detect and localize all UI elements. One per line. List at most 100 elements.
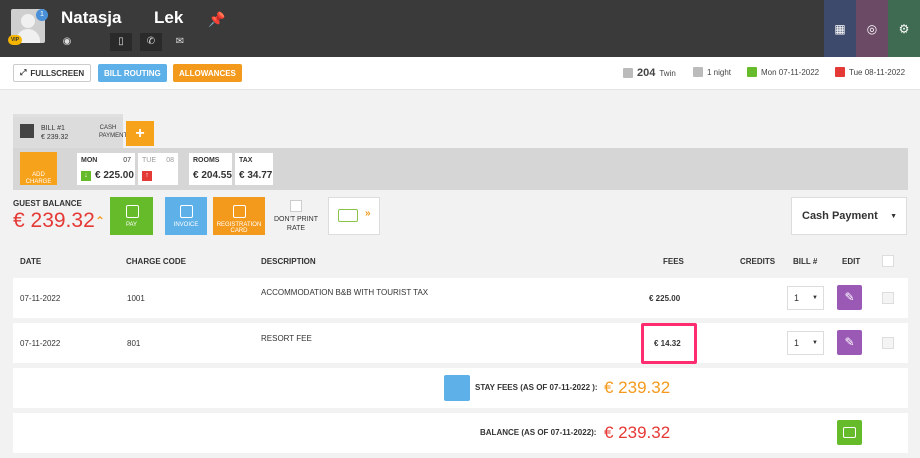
pay-button[interactable]: PAY (110, 197, 153, 235)
phone-icon[interactable]: ✆ (140, 33, 162, 51)
departure-arrow-icon: ↑ (142, 171, 152, 181)
fullscreen-label: FULLSCREEN (30, 68, 85, 78)
departure-date: Tue 08-11-2022 (849, 67, 906, 77)
nights-info: 1 night (693, 67, 731, 77)
col-credits: CREDITS (740, 257, 776, 266)
payment-method-value: Cash Payment (802, 210, 878, 222)
night-tue[interactable]: TUE 08 ↑ (138, 153, 178, 185)
nights-count: 1 night (707, 67, 732, 77)
bill-name: BILL #1 (41, 125, 65, 132)
row-description: ACCOMMODATION B&B WITH TOURIST TAX (261, 288, 429, 297)
arrival-info: Mon 07-11-2022 (747, 67, 819, 77)
pin-icon[interactable]: 📌 (208, 11, 225, 28)
card-icon (233, 205, 246, 218)
row-checkbox[interactable] (882, 337, 894, 349)
select-all-checkbox[interactable] (882, 255, 894, 267)
guest-balance-amount: € 239.32 (13, 209, 95, 232)
notification-count-badge: 1 (36, 9, 48, 21)
bill-routing-button[interactable]: BILL ROUTING (98, 64, 167, 82)
edit-pencil-icon[interactable]: ✎ (837, 285, 862, 310)
arrival-arrow-icon: ↓ (81, 171, 91, 181)
mon-day: 07 (123, 157, 131, 164)
bed-icon (623, 68, 633, 78)
registration-label: REGISTRATION CARD (216, 222, 262, 234)
globe-tab-icon[interactable]: ◎ (856, 0, 888, 57)
stay-fees-row: STAY FEES (AS OF 07-11-2022 ): € 239.32 (13, 368, 908, 408)
add-bill-button[interactable]: + (126, 121, 154, 146)
cheque-icon (338, 209, 358, 222)
double-chevron-down-icon: » (365, 208, 371, 219)
row-checkbox[interactable] (882, 292, 894, 304)
guest-balance-label: GUEST BALANCE (13, 199, 82, 208)
bill-amount: € 239.32 (41, 134, 69, 141)
tax-amount: € 34.77 (239, 170, 273, 181)
row-description: RESORT FEE (261, 334, 312, 343)
caret-down-icon: ▼ (812, 295, 818, 301)
cheque-button[interactable]: » (328, 197, 380, 235)
night-mon[interactable]: MON 07 ↓ € 225.00 (77, 153, 135, 185)
mobile-phone-icon[interactable]: ▯ (110, 33, 132, 51)
bill-tab[interactable]: BILL #1 € 239.32 CASH PAYMENT (13, 114, 128, 148)
row-bill-select[interactable]: 1 ▼ (787, 331, 824, 355)
mon-label: MON (81, 157, 98, 164)
invoice-button[interactable]: INVOICE (165, 197, 207, 235)
departure-arrow-icon (835, 67, 845, 77)
pay-wallet-icon[interactable] (837, 420, 862, 445)
invoice-icon (180, 205, 193, 218)
row-bill-select[interactable]: 1 ▼ (787, 286, 824, 310)
vip-badge: VIP (8, 35, 22, 45)
row-date: 07-11-2022 (20, 294, 61, 303)
bill-payment-method: CASH PAYMENT (99, 125, 128, 139)
table-row: 07-11-2022 1001 ACCOMMODATION B&B WITH T… (13, 278, 908, 318)
row-bill-value: 1 (794, 338, 800, 348)
stay-fees-amount: € 239.32 (604, 378, 671, 397)
stay-fees-label: STAY FEES (AS OF 07-11-2022 ): (475, 383, 598, 392)
balance-label: BALANCE (AS OF 07-11-2022): (480, 428, 597, 437)
col-date: DATE (20, 257, 42, 266)
rooms-total: ROOMS € 204.55 (189, 153, 232, 185)
row-bill-value: 1 (794, 293, 800, 303)
arrival-date: Mon 07-11-2022 (761, 67, 820, 77)
rooms-amount: € 204.55 (193, 170, 232, 181)
edit-pencil-icon[interactable]: ✎ (837, 330, 862, 355)
settings-tab-icon[interactable]: ⚙ (888, 0, 920, 57)
tue-label: TUE (142, 157, 156, 164)
toolbar: ⤢ FULLSCREEN BILL ROUTING ALLOWANCES 204 … (0, 57, 920, 90)
row-fees: € 225.00 (649, 294, 681, 303)
registration-card-button[interactable]: REGISTRATION CARD (213, 197, 265, 235)
row-charge-code: 1001 (127, 294, 145, 303)
guest-first-name[interactable]: Natasja (61, 8, 121, 28)
col-fees: FEES (663, 257, 684, 266)
guest-last-name[interactable]: Lek (154, 8, 183, 28)
location-pin-icon[interactable]: ◉ (60, 36, 74, 47)
room-type: Twin (659, 68, 676, 78)
wallet-icon (125, 205, 139, 218)
tax-label: TAX (239, 157, 253, 164)
invoice-label: INVOICE (173, 222, 199, 228)
expand-icon: ⤢ (20, 68, 27, 77)
moon-icon (693, 67, 703, 77)
caret-down-icon: ▼ (812, 340, 818, 346)
side-tabs: ▦ ◎ ⚙ (824, 0, 920, 57)
balance-row: BALANCE (AS OF 07-11-2022): € 239.32 (13, 413, 908, 453)
room-info: 204 Twin (623, 67, 676, 79)
chevron-up-icon[interactable]: ⌃ (95, 214, 105, 228)
dont-print-checkbox[interactable] (290, 200, 302, 212)
dont-print-rate-toggle[interactable]: DON'T PRINT RATE (270, 200, 322, 233)
rooms-label: ROOMS (193, 157, 220, 164)
dont-print-label: DON'T PRINT RATE (274, 216, 318, 232)
email-icon[interactable]: ✉ (173, 36, 187, 47)
room-number: 204 (637, 67, 656, 79)
add-charge-button[interactable]: ADD CHARGE (20, 152, 57, 185)
tue-day: 08 (166, 157, 174, 164)
col-edit: EDIT (842, 257, 861, 266)
wallet-icon (843, 427, 856, 438)
allowances-button[interactable]: ALLOWANCES (173, 64, 242, 82)
pay-label: PAY (125, 222, 138, 228)
payment-method-select[interactable]: Cash Payment ▼ (791, 197, 907, 235)
col-charge-code: CHARGE CODE (126, 257, 187, 266)
door-tab-icon[interactable]: ▦ (824, 0, 856, 57)
caret-down-icon: ▼ (890, 212, 897, 220)
mon-amount: € 225.00 (95, 170, 134, 181)
fullscreen-button[interactable]: ⤢ FULLSCREEN (13, 64, 92, 82)
